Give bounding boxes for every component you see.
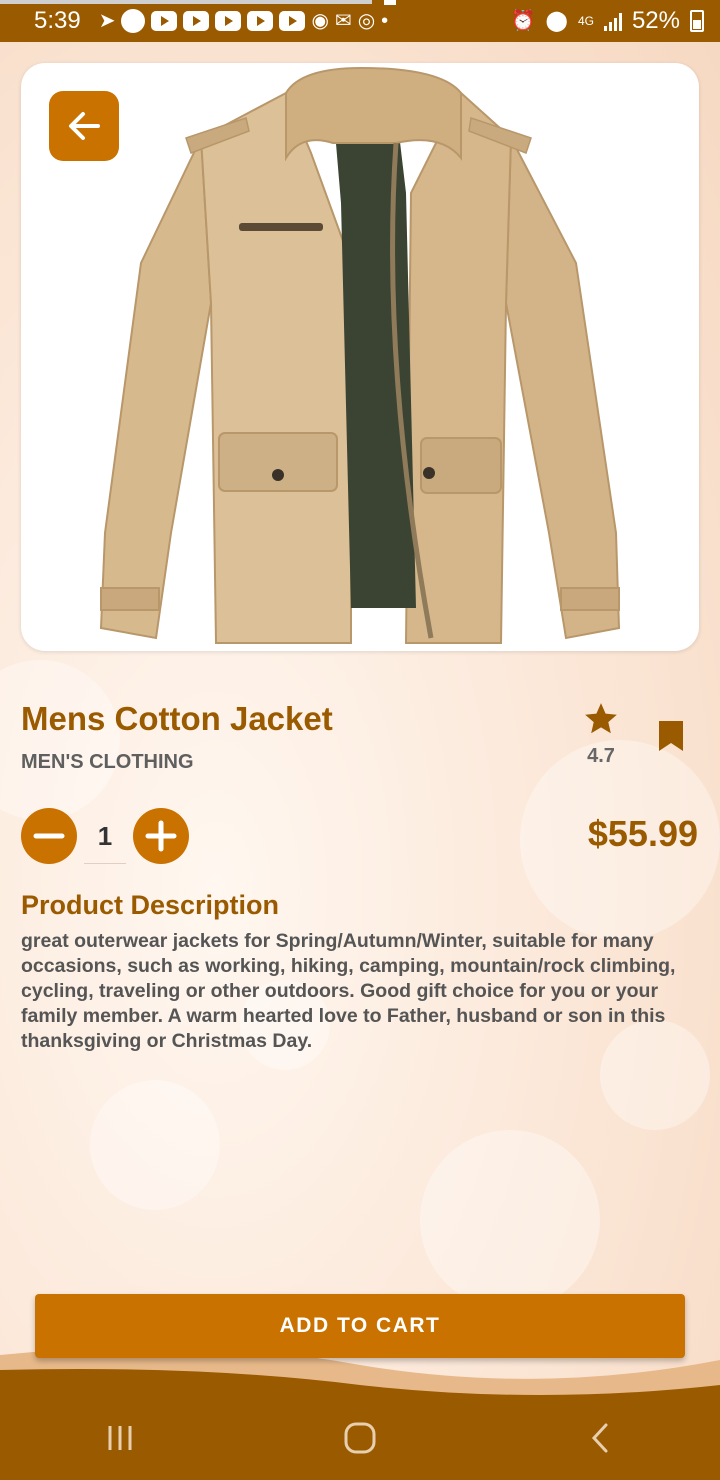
battery-percent: 52% bbox=[631, 7, 680, 34]
bookmark-icon bbox=[659, 721, 683, 751]
youtube-icon bbox=[151, 11, 178, 31]
chevron-left-icon bbox=[591, 1423, 608, 1452]
add-to-cart-button[interactable]: ADD TO CART bbox=[35, 1294, 685, 1358]
mail-icon: ✉ bbox=[334, 10, 352, 32]
description-heading: Product Description bbox=[21, 890, 280, 920]
increase-quantity-button[interactable] bbox=[133, 808, 189, 864]
screen-recording-indicator bbox=[0, 0, 372, 4]
description-text: great outerwear jackets for Spring/Autum… bbox=[21, 930, 676, 1052]
minus-icon bbox=[33, 833, 65, 839]
plus-icon bbox=[145, 820, 177, 852]
alarm-icon: ⏰ bbox=[510, 10, 536, 32]
network-type: 4G bbox=[577, 13, 594, 28]
status-time: 5:39 bbox=[34, 7, 81, 34]
rating-value: 4.7 bbox=[587, 745, 615, 767]
home-button[interactable] bbox=[320, 1408, 400, 1468]
youtube-icon bbox=[215, 11, 242, 31]
youtube-icon bbox=[247, 11, 274, 31]
recent-apps-button[interactable] bbox=[80, 1408, 160, 1468]
telegram-icon: ➤ bbox=[98, 10, 116, 32]
arrow-left-icon bbox=[69, 112, 100, 140]
chat-icon bbox=[121, 9, 146, 33]
signal-icon bbox=[603, 11, 622, 31]
product-category: MEN'S CLOTHING bbox=[21, 751, 194, 773]
star-icon bbox=[585, 703, 617, 734]
quantity-value[interactable]: 1 bbox=[84, 808, 126, 864]
recent-apps-icon bbox=[108, 1425, 132, 1450]
system-nav-bar bbox=[0, 1395, 720, 1480]
system-back-button[interactable] bbox=[560, 1408, 640, 1468]
bookmark-button[interactable] bbox=[658, 720, 684, 757]
back-button[interactable] bbox=[49, 91, 119, 161]
messenger-icon: ◉ bbox=[311, 10, 329, 32]
product-price: $55.99 bbox=[587, 813, 698, 854]
youtube-icon bbox=[279, 11, 306, 31]
instagram-icon: ◎ bbox=[357, 10, 376, 32]
khaki-jacket-photo bbox=[99, 66, 621, 644]
home-icon bbox=[344, 1422, 376, 1453]
camera-dot bbox=[384, 0, 396, 5]
battery-icon bbox=[690, 10, 704, 32]
location-icon: ⬤ bbox=[545, 10, 568, 32]
rating: 4.7 bbox=[578, 700, 624, 768]
product-title: Mens Cotton Jacket bbox=[21, 700, 333, 737]
more-dot-icon: • bbox=[381, 10, 389, 32]
status-bar: 5:39 ➤ ◉ ✉ ◎ • ⏰ ⬤ 4G 52% bbox=[0, 0, 720, 42]
product-image bbox=[21, 63, 699, 651]
youtube-icon bbox=[183, 11, 210, 31]
decrease-quantity-button[interactable] bbox=[21, 808, 77, 864]
